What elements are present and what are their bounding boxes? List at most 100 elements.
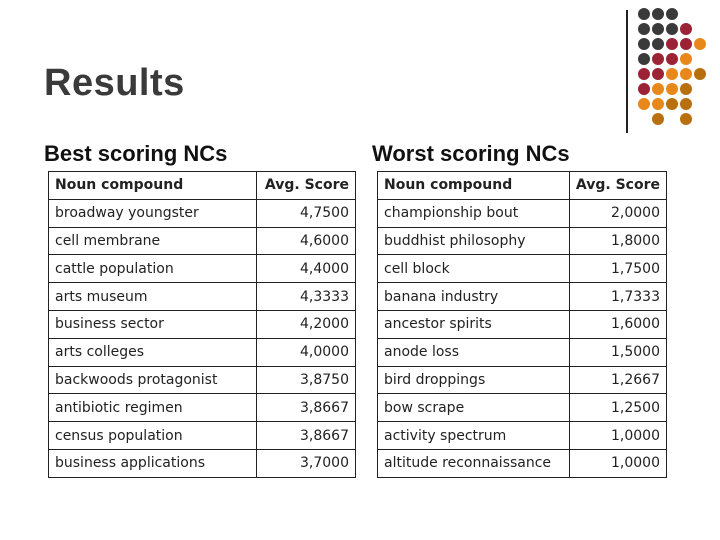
decorative-dot bbox=[694, 38, 706, 50]
decorative-dot bbox=[666, 53, 678, 65]
worst-scoring-table: Noun compound Avg. Score championship bo… bbox=[377, 171, 668, 478]
column-header-compound: Noun compound bbox=[377, 171, 570, 200]
decorative-dot bbox=[652, 53, 664, 65]
avg-score-cell: 3,8750 bbox=[256, 365, 356, 395]
avg-score-cell: 3,8667 bbox=[256, 393, 356, 423]
table-row: bow scrape 1,2500 bbox=[377, 393, 668, 423]
noun-compound-cell: arts museum bbox=[47, 282, 258, 311]
decorative-dot bbox=[652, 113, 664, 125]
avg-score-cell: 4,7500 bbox=[256, 198, 356, 228]
table-row: business sector 4,2000 bbox=[47, 309, 356, 339]
table-row: arts colleges 4,0000 bbox=[47, 337, 356, 367]
avg-score-cell: 1,8000 bbox=[568, 226, 668, 256]
decorative-dot bbox=[680, 23, 692, 35]
avg-score-cell: 1,0000 bbox=[568, 421, 668, 450]
noun-compound-cell: cell block bbox=[377, 254, 570, 284]
table-row: cell block 1,7500 bbox=[377, 254, 668, 284]
table-header-row: Noun compound Avg. Score bbox=[47, 171, 356, 200]
avg-score-cell: 1,2500 bbox=[568, 393, 668, 423]
table-row: championship bout 2,0000 bbox=[377, 198, 668, 228]
noun-compound-cell: anode loss bbox=[377, 337, 570, 367]
avg-score-cell: 4,3333 bbox=[256, 282, 356, 311]
decorative-dot bbox=[652, 68, 664, 80]
table-row: arts museum 4,3333 bbox=[47, 282, 356, 311]
avg-score-cell: 1,7333 bbox=[568, 282, 668, 311]
decorative-dot bbox=[652, 98, 664, 110]
avg-score-cell: 1,5000 bbox=[568, 337, 668, 367]
decorative-dot bbox=[680, 98, 692, 110]
slide-title: Results bbox=[44, 62, 185, 104]
decorative-divider-line bbox=[626, 10, 628, 133]
best-heading: Best scoring NCs bbox=[44, 141, 228, 166]
decorative-dot bbox=[666, 38, 678, 50]
avg-score-cell: 4,2000 bbox=[256, 309, 356, 339]
decorative-dot bbox=[638, 23, 650, 35]
avg-score-cell: 4,0000 bbox=[256, 337, 356, 367]
decorative-dot bbox=[680, 38, 692, 50]
noun-compound-cell: ancestor spirits bbox=[377, 309, 570, 339]
column-header-score: Avg. Score bbox=[256, 171, 356, 200]
noun-compound-cell: buddhist philosophy bbox=[377, 226, 570, 256]
decorative-dot bbox=[652, 38, 664, 50]
decorative-dot bbox=[694, 68, 706, 80]
decorative-dot bbox=[638, 98, 650, 110]
decorative-dot bbox=[666, 23, 678, 35]
table-row: anode loss 1,5000 bbox=[377, 337, 668, 367]
decorative-dot bbox=[666, 68, 678, 80]
column-header-compound: Noun compound bbox=[47, 171, 258, 200]
table-row: census population 3,8667 bbox=[47, 421, 356, 450]
avg-score-cell: 1,2667 bbox=[568, 365, 668, 395]
table-header-row: Noun compound Avg. Score bbox=[377, 171, 668, 200]
noun-compound-cell: bow scrape bbox=[377, 393, 570, 423]
avg-score-cell: 3,7000 bbox=[256, 448, 356, 478]
table-row: cell membrane 4,6000 bbox=[47, 226, 356, 256]
noun-compound-cell: cattle population bbox=[47, 254, 258, 284]
decorative-dot bbox=[638, 8, 650, 20]
noun-compound-cell: antibiotic regimen bbox=[47, 393, 258, 423]
avg-score-cell: 1,0000 bbox=[568, 448, 668, 478]
noun-compound-cell: championship bout bbox=[377, 198, 570, 228]
decorative-dot bbox=[680, 68, 692, 80]
decorative-dot bbox=[680, 113, 692, 125]
avg-score-cell: 3,8667 bbox=[256, 421, 356, 450]
decorative-dot bbox=[666, 98, 678, 110]
noun-compound-cell: banana industry bbox=[377, 282, 570, 311]
noun-compound-cell: census population bbox=[47, 421, 258, 450]
noun-compound-cell: cell membrane bbox=[47, 226, 258, 256]
table-row: altitude reconnaissance 1,0000 bbox=[377, 448, 668, 478]
decorative-dot bbox=[638, 53, 650, 65]
decorative-dot bbox=[680, 83, 692, 95]
table-row: buddhist philosophy 1,8000 bbox=[377, 226, 668, 256]
noun-compound-cell: business sector bbox=[47, 309, 258, 339]
noun-compound-cell: altitude reconnaissance bbox=[377, 448, 570, 478]
column-header-score: Avg. Score bbox=[568, 171, 668, 200]
avg-score-cell: 4,4000 bbox=[256, 254, 356, 284]
table-row: antibiotic regimen 3,8667 bbox=[47, 393, 356, 423]
table-row: business applications 3,7000 bbox=[47, 448, 356, 478]
decorative-dot bbox=[680, 53, 692, 65]
noun-compound-cell: activity spectrum bbox=[377, 421, 570, 450]
decorative-dot bbox=[666, 83, 678, 95]
decorative-dot bbox=[666, 8, 678, 20]
table-row: broadway youngster 4,7500 bbox=[47, 198, 356, 228]
decorative-dot-grid bbox=[638, 8, 718, 138]
noun-compound-cell: broadway youngster bbox=[47, 198, 258, 228]
best-scoring-table: Noun compound Avg. Score broadway youngs… bbox=[47, 171, 356, 478]
table-row: bird droppings 1,2667 bbox=[377, 365, 668, 395]
noun-compound-cell: business applications bbox=[47, 448, 258, 478]
decorative-dot bbox=[638, 38, 650, 50]
table-row: backwoods protagonist 3,8750 bbox=[47, 365, 356, 395]
decorative-dot bbox=[652, 23, 664, 35]
avg-score-cell: 2,0000 bbox=[568, 198, 668, 228]
decorative-dot bbox=[638, 83, 650, 95]
decorative-dot bbox=[652, 83, 664, 95]
table-row: activity spectrum 1,0000 bbox=[377, 421, 668, 450]
noun-compound-cell: bird droppings bbox=[377, 365, 570, 395]
table-row: banana industry 1,7333 bbox=[377, 282, 668, 311]
noun-compound-cell: arts colleges bbox=[47, 337, 258, 367]
avg-score-cell: 1,6000 bbox=[568, 309, 668, 339]
table-row: ancestor spirits 1,6000 bbox=[377, 309, 668, 339]
decorative-dot bbox=[652, 8, 664, 20]
decorative-dot bbox=[638, 68, 650, 80]
avg-score-cell: 4,6000 bbox=[256, 226, 356, 256]
